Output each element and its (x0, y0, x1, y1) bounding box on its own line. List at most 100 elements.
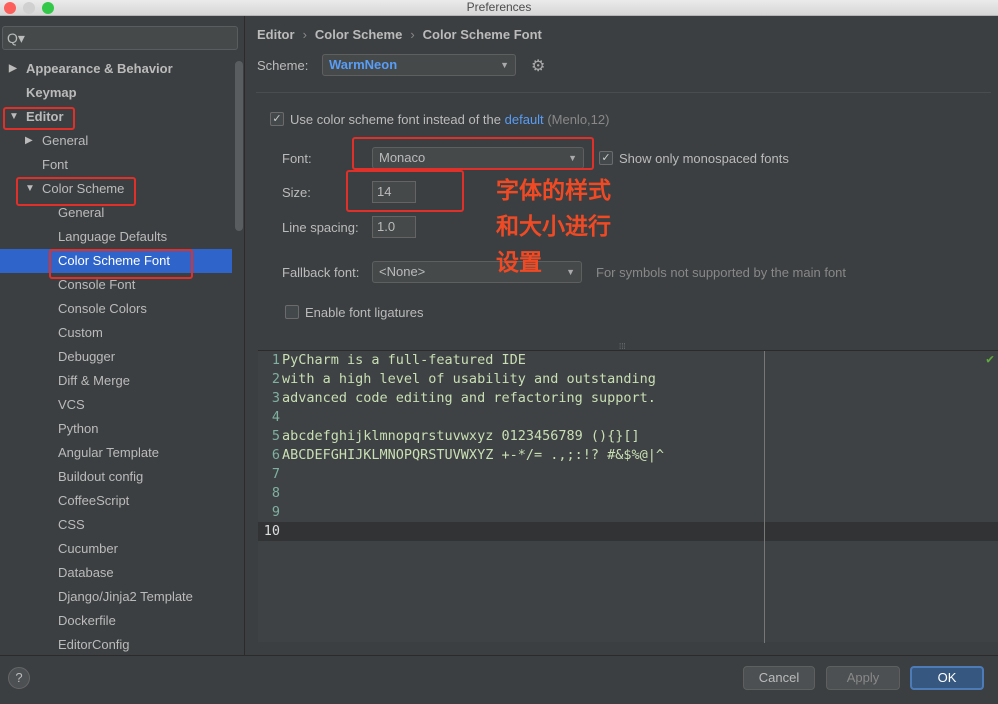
sidebar-item[interactable]: VCS (0, 393, 232, 417)
sidebar-item[interactable]: Dockerfile (0, 609, 232, 633)
line-text: advanced code editing and refactoring su… (282, 390, 656, 406)
sidebar-item-label: General (42, 133, 89, 148)
scheme-select[interactable]: WarmNeon ▼ (322, 54, 516, 76)
preview-line: 2 with a high level of usability and outs… (258, 370, 998, 389)
line-text: ABCDEFGHIJKLMNOPQRSTUVWXYZ +-*/= .,;:!? … (282, 447, 665, 463)
zoom-window-button[interactable] (42, 2, 54, 14)
cancel-button[interactable]: Cancel (743, 666, 815, 690)
sidebar-item-label: Cucumber (58, 541, 118, 556)
sidebar-item[interactable]: Buildout config (0, 465, 232, 489)
annotation-box (49, 249, 193, 279)
sidebar-item-label: Dockerfile (58, 613, 116, 628)
sidebar-item[interactable]: Diff & Merge (0, 369, 232, 393)
sidebar-item-label: CSS (58, 517, 85, 532)
line-spacing-label: Line spacing: (282, 220, 359, 235)
annotation-box (352, 137, 594, 170)
preview-line: 1 PyCharm is a full-featured IDE (258, 351, 998, 370)
sidebar-item[interactable]: Keymap (0, 81, 232, 105)
settings-search-input[interactable]: Q▾ (2, 26, 238, 50)
fallback-font-hint: For symbols not supported by the main fo… (596, 265, 847, 280)
sidebar-item[interactable]: ▶ General (0, 129, 232, 153)
apply-button[interactable]: Apply (826, 666, 900, 690)
line-number: 6 (271, 447, 280, 463)
sidebar-item-label: Buildout config (58, 469, 144, 484)
sidebar-item-label: CoffeeScript (58, 493, 130, 508)
sidebar-item-label: Angular Template (58, 445, 159, 460)
font-preview-editor[interactable]: 1 PyCharm is a full-featured IDE 2 with a h… (258, 350, 998, 643)
line-text: abcdefghijklmnopqrstuvwxyz 0123456789 ()… (282, 428, 640, 444)
scheme-value: WarmNeon (329, 57, 398, 72)
sidebar-item[interactable]: Debugger (0, 345, 232, 369)
breadcrumb-item[interactable]: Editor (257, 27, 295, 42)
sidebar-item-label: Debugger (58, 349, 116, 364)
line-number: 9 (271, 504, 280, 520)
line-number: 5 (271, 428, 280, 444)
dialog-footer: ? Cancel Apply OK (0, 655, 998, 704)
sidebar-item-label: Console Colors (58, 301, 147, 316)
sidebar-item[interactable]: Custom (0, 321, 232, 345)
preview-line: 6 ABCDEFGHIJKLMNOPQRSTUVWXYZ +-*/= .,;:!?… (258, 446, 998, 465)
help-button[interactable]: ? (8, 667, 30, 689)
line-number: 3 (271, 390, 280, 406)
sidebar-item[interactable]: ▶ Appearance & Behavior (0, 57, 232, 81)
ok-button[interactable]: OK (910, 666, 984, 690)
mono-only-label: Show only monospaced fonts (619, 151, 789, 166)
mono-only-checkbox[interactable]: ✓ (599, 151, 613, 165)
line-number: 10 (263, 523, 280, 539)
close-window-button[interactable] (4, 2, 16, 14)
chevron-down-icon: ▼ (500, 60, 509, 70)
breadcrumb-item[interactable]: Color Scheme (315, 27, 402, 42)
preview-line: 9 (258, 503, 998, 522)
ligatures-label: Enable font ligatures (305, 305, 424, 320)
sidebar-item[interactable]: Cucumber (0, 537, 232, 561)
window-title: Preferences (466, 0, 532, 14)
sidebar-item-label: Custom (58, 325, 103, 340)
sidebar-item[interactable]: Python (0, 417, 232, 441)
line-spacing-input[interactable]: 1.0 (372, 216, 416, 238)
preview-line: 7 (258, 465, 998, 484)
sidebar-item-label: EditorConfig (58, 637, 130, 652)
divider (256, 92, 991, 93)
ligatures-checkbox[interactable] (285, 305, 299, 319)
sidebar-item[interactable]: Angular Template (0, 441, 232, 465)
sidebar-item[interactable]: CoffeeScript (0, 489, 232, 513)
sidebar-item[interactable]: EditorConfig (0, 633, 232, 657)
preview-line: 8 (258, 484, 998, 503)
sidebar-item-label: VCS (58, 397, 85, 412)
preview-line: 10 (258, 522, 998, 541)
preview-line: 3 advanced code editing and refactoring s… (258, 389, 998, 408)
check-icon: ✔ (986, 352, 994, 367)
breadcrumb: Editor › Color Scheme › Color Scheme Font (257, 27, 542, 42)
scheme-label: Scheme: (257, 58, 309, 73)
expand-arrow-icon[interactable]: ▶ (9, 57, 17, 81)
use-scheme-font-checkbox[interactable]: ✓ (270, 112, 284, 126)
line-number: 8 (271, 485, 280, 501)
annotation-box (16, 177, 136, 206)
sidebar-scrollbar[interactable] (235, 61, 243, 231)
sidebar-item-label: Language Defaults (58, 229, 168, 244)
sidebar-item-label: Appearance & Behavior (26, 61, 173, 76)
sidebar-item[interactable]: Font (0, 153, 232, 177)
fallback-font-label: Fallback font: (282, 265, 360, 280)
breadcrumb-item: Color Scheme Font (422, 27, 542, 42)
minimize-window-button[interactable] (23, 2, 35, 14)
sidebar-item[interactable]: Console Colors (0, 297, 232, 321)
sidebar-item-label: Keymap (26, 85, 77, 100)
sidebar-item[interactable]: Language Defaults (0, 225, 232, 249)
use-scheme-font-label: Use color scheme font instead of the def… (290, 112, 610, 127)
sidebar-item-label: Python (58, 421, 99, 436)
sidebar-item[interactable]: Django/Jinja2 Template (0, 585, 232, 609)
line-text: PyCharm is a full-featured IDE (282, 352, 526, 368)
default-font-link[interactable]: default (505, 112, 544, 127)
sidebar-item-label: Database (58, 565, 114, 580)
sidebar-item-label: Font (42, 157, 69, 172)
title-bar: Preferences (0, 0, 998, 16)
font-label: Font: (282, 151, 312, 166)
line-number: 7 (271, 466, 280, 482)
gear-icon[interactable]: ⚙ (531, 56, 545, 76)
sidebar-item[interactable]: Database (0, 561, 232, 585)
expand-arrow-icon[interactable]: ▶ (25, 129, 33, 153)
sidebar-item-label: Diff & Merge (58, 373, 131, 388)
annotation-box (3, 107, 75, 130)
sidebar-item[interactable]: CSS (0, 513, 232, 537)
